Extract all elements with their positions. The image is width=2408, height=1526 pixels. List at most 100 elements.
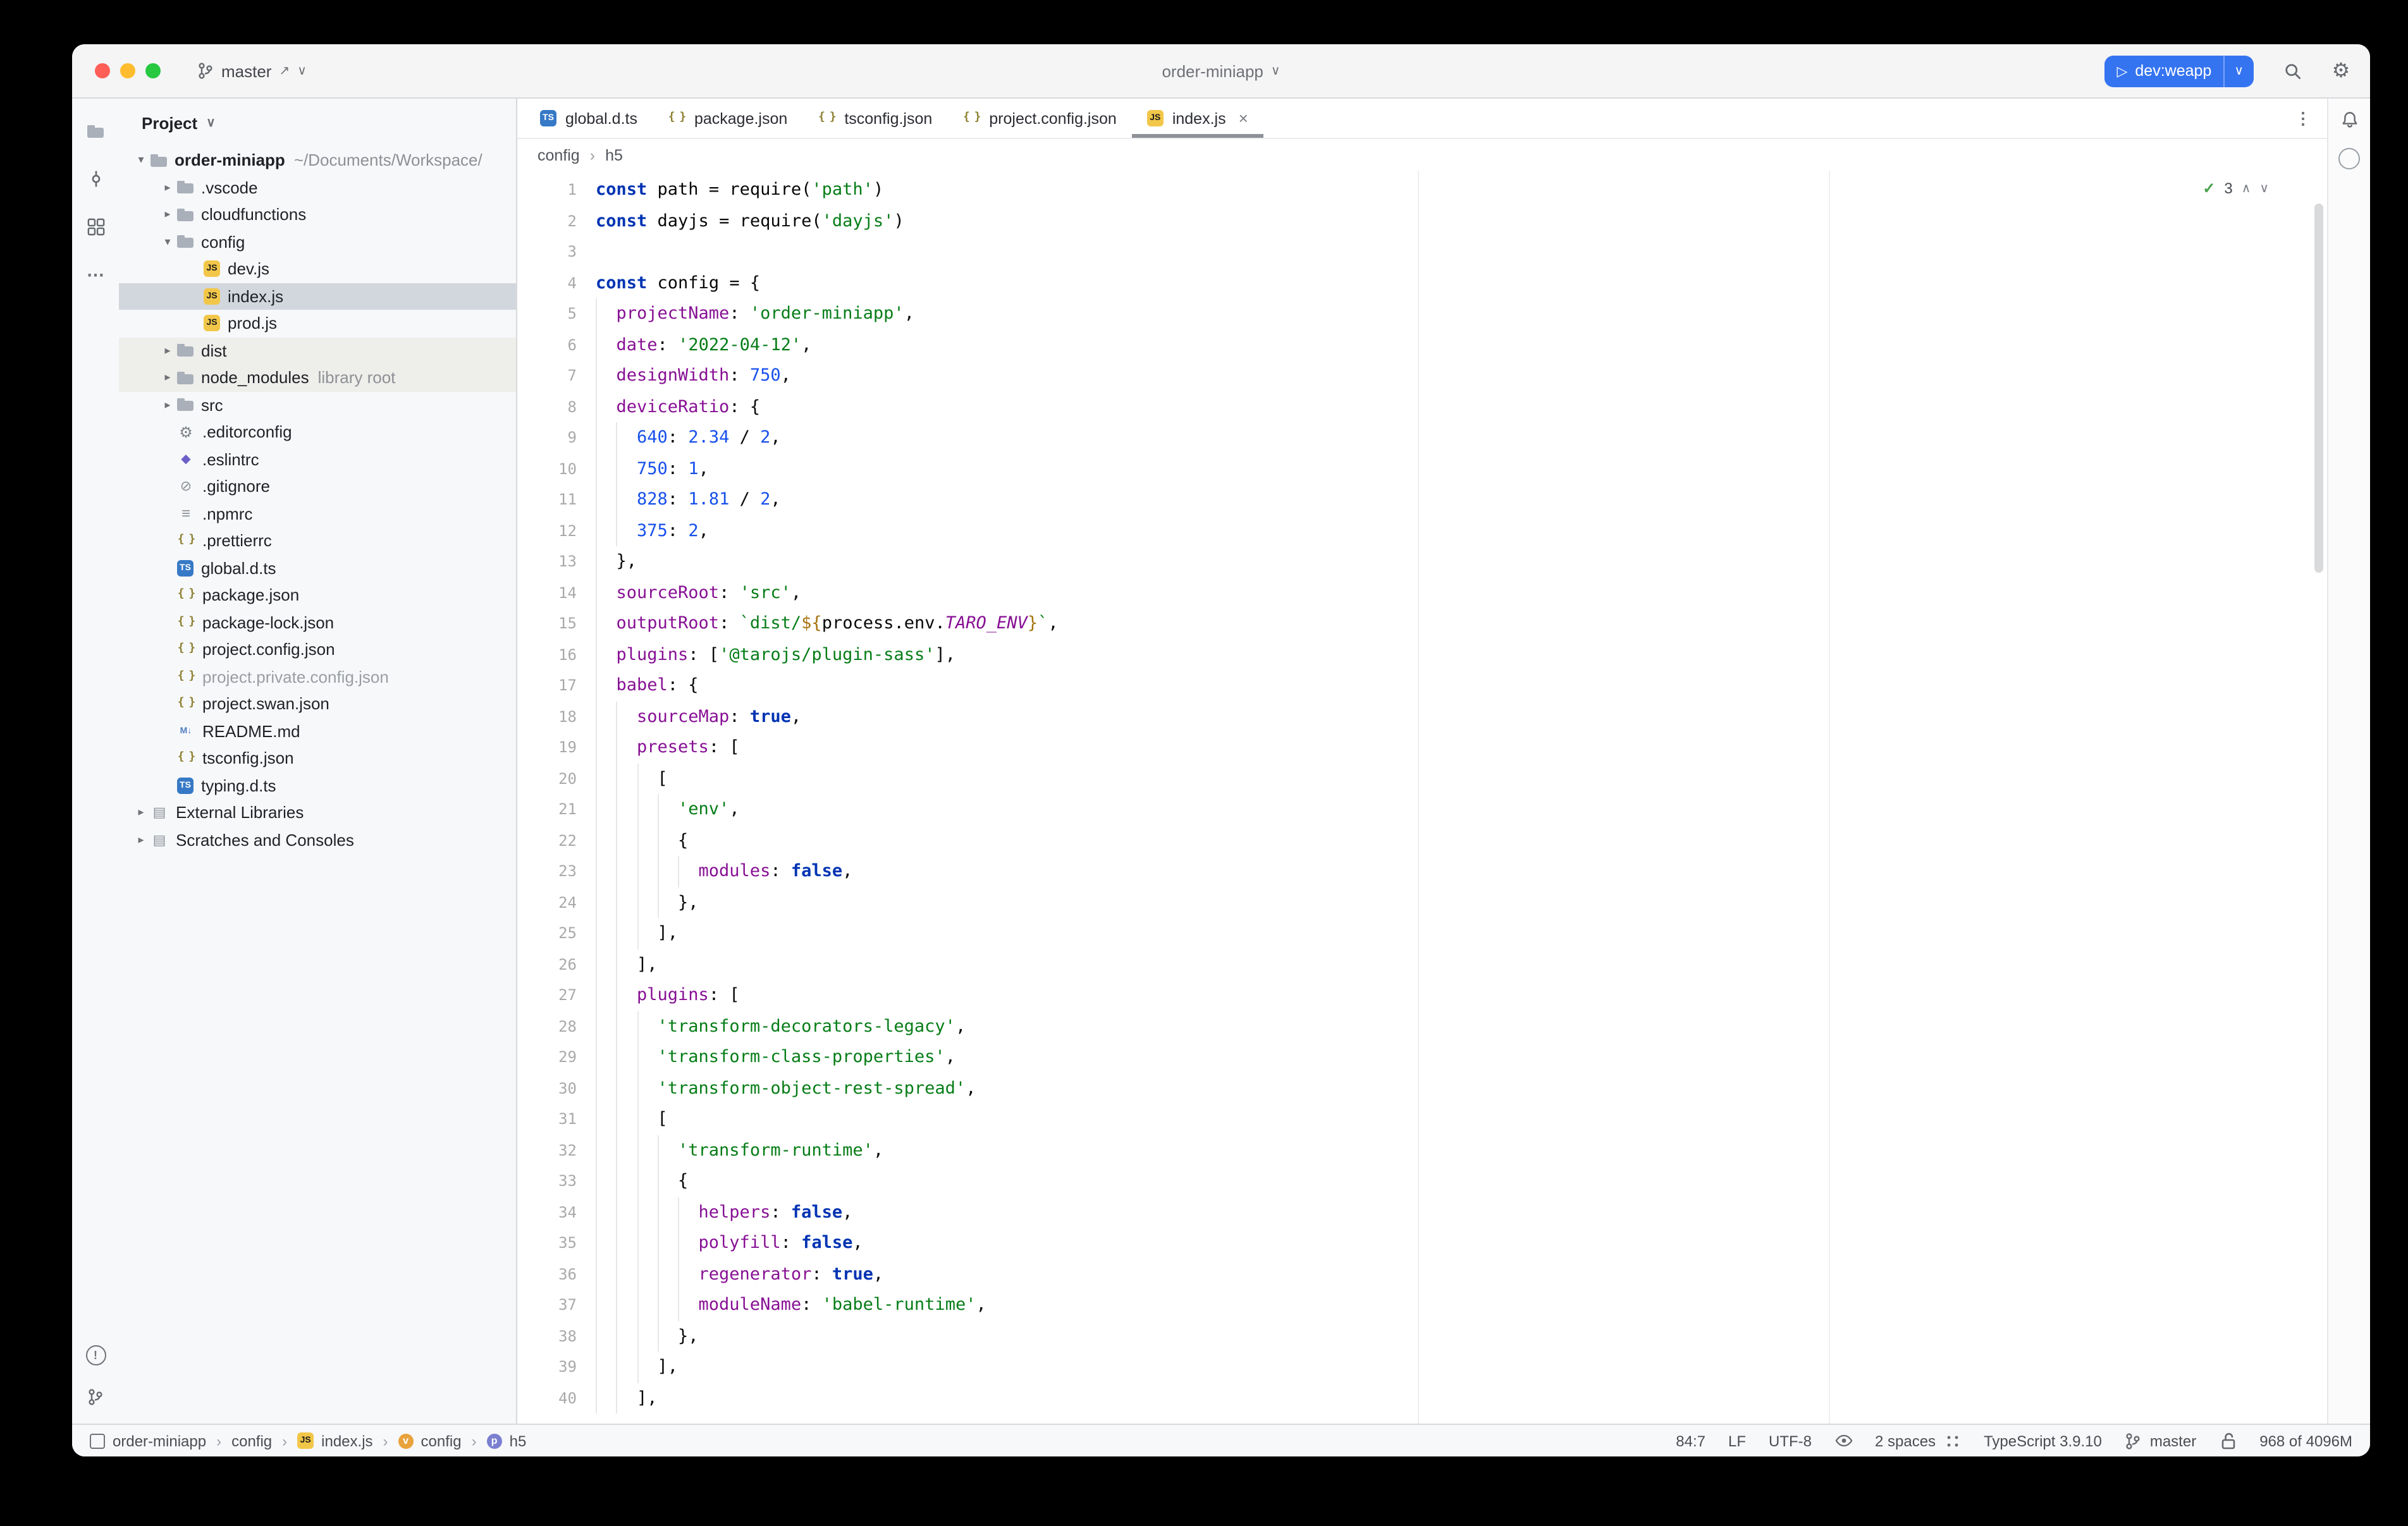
code-line[interactable]: 31[: [517, 1104, 2327, 1135]
close-window-button[interactable]: [95, 63, 110, 78]
line-number[interactable]: 19: [517, 732, 577, 763]
code-line[interactable]: 13},: [517, 546, 2327, 577]
tree-item-.gitignore[interactable]: .gitignore: [119, 473, 516, 500]
search-icon[interactable]: [2284, 62, 2302, 80]
code-line[interactable]: 1const path = require('path'): [517, 174, 2327, 205]
tree-item-dist[interactable]: ▸dist: [119, 337, 516, 364]
line-number[interactable]: 12: [517, 515, 577, 546]
code-line[interactable]: 23modules: false,: [517, 856, 2327, 887]
settings-gear-icon[interactable]: [2332, 62, 2350, 80]
code-line[interactable]: 29'transform-class-properties',: [517, 1042, 2327, 1073]
line-number[interactable]: 29: [517, 1042, 577, 1073]
code-editor[interactable]: 1const path = require('path')2const dayj…: [517, 171, 2327, 1424]
code-line[interactable]: 21'env',: [517, 794, 2327, 825]
code-line[interactable]: 4const config = {: [517, 267, 2327, 298]
code-line[interactable]: 27plugins: [: [517, 980, 2327, 1011]
inspection-widget[interactable]: ✓ 3 ∧ ∨: [2202, 180, 2269, 197]
line-number[interactable]: 27: [517, 980, 577, 1011]
line-number[interactable]: 17: [517, 670, 577, 701]
notifications-bell-icon[interactable]: [2340, 110, 2358, 128]
structure-tool-icon[interactable]: [87, 217, 104, 235]
code-line[interactable]: 18sourceMap: true,: [517, 701, 2327, 732]
code-line[interactable]: 6date: '2022-04-12',: [517, 329, 2327, 360]
line-number[interactable]: 31: [517, 1104, 577, 1135]
tree-item-.editorconfig[interactable]: .editorconfig: [119, 418, 516, 446]
chevron-right-icon[interactable]: ▸: [158, 371, 177, 385]
line-number[interactable]: 35: [517, 1228, 577, 1259]
tree-item-dev.js[interactable]: dev.js: [119, 255, 516, 283]
line-number[interactable]: 7: [517, 360, 577, 391]
code-line[interactable]: 15outputRoot: `dist/${process.env.TARO_E…: [517, 608, 2327, 639]
close-tab-icon[interactable]: ×: [1239, 109, 1248, 128]
status-item-master[interactable]: master: [2125, 1432, 2196, 1450]
tree-item-.vscode[interactable]: ▸.vscode: [119, 174, 516, 201]
chevron-down-icon[interactable]: ▾: [158, 235, 177, 249]
git-branch-widget[interactable]: master ↗ ∨: [196, 61, 307, 80]
status-item-config[interactable]: config: [231, 1432, 272, 1450]
line-number[interactable]: 37: [517, 1290, 577, 1321]
prev-problem-icon[interactable]: ∧: [2242, 181, 2251, 195]
chevron-down-icon[interactable]: ▾: [132, 154, 150, 168]
tab-package.json[interactable]: package.json: [653, 99, 802, 138]
line-number[interactable]: 21: [517, 794, 577, 825]
line-number[interactable]: 25: [517, 918, 577, 949]
chevron-down-icon[interactable]: ∨: [2224, 64, 2254, 78]
line-number[interactable]: 13: [517, 546, 577, 577]
tree-item-project.private.config.json[interactable]: project.private.config.json: [119, 663, 516, 690]
code-line[interactable]: 17babel: {: [517, 670, 2327, 701]
line-number[interactable]: 36: [517, 1259, 577, 1290]
line-number[interactable]: 16: [517, 639, 577, 670]
line-number[interactable]: 14: [517, 577, 577, 608]
line-number[interactable]: 4: [517, 267, 577, 298]
status-item-2-spaces[interactable]: 2 spaces: [1875, 1432, 1961, 1450]
code-line[interactable]: 9640: 2.34 / 2,: [517, 422, 2327, 453]
line-number[interactable]: 5: [517, 298, 577, 329]
tree-item-config[interactable]: ▾config: [119, 228, 516, 255]
code-line[interactable]: 3: [517, 236, 2327, 267]
problems-icon[interactable]: [85, 1345, 106, 1365]
tree-item-global.d.ts[interactable]: global.d.ts: [119, 554, 516, 582]
breadcrumb-item-h5[interactable]: h5: [605, 146, 623, 164]
code-line[interactable]: 26],: [517, 949, 2327, 980]
code-line[interactable]: 28'transform-decorators-legacy',: [517, 1011, 2327, 1042]
status-item-84-7[interactable]: 84:7: [1676, 1432, 1705, 1450]
code-line[interactable]: 35polyfill: false,: [517, 1228, 2327, 1259]
tree-item-project.config.json[interactable]: project.config.json: [119, 636, 516, 663]
status-item-utf-8[interactable]: UTF-8: [1769, 1432, 1812, 1450]
tree-item-src[interactable]: ▸src: [119, 391, 516, 418]
scrollbar-thumb[interactable]: [2314, 204, 2323, 573]
tab-index.js[interactable]: index.js×: [1132, 99, 1263, 138]
tree-item-.eslintrc[interactable]: .eslintrc: [119, 446, 516, 473]
line-number[interactable]: 38: [517, 1321, 577, 1352]
status-item[interactable]: [2219, 1432, 2237, 1450]
code-line[interactable]: 14sourceRoot: 'src',: [517, 577, 2327, 608]
code-line[interactable]: 24},: [517, 887, 2327, 918]
project-tool-icon[interactable]: [87, 124, 104, 139]
zoom-window-button[interactable]: [145, 63, 161, 78]
tree-item-prod.js[interactable]: prod.js: [119, 310, 516, 337]
status-item-h5[interactable]: h5: [487, 1432, 527, 1450]
tree-item-scratches-and-consoles[interactable]: ▸Scratches and Consoles: [119, 826, 516, 853]
chevron-right-icon[interactable]: ▸: [132, 833, 150, 847]
line-number[interactable]: 15: [517, 608, 577, 639]
line-number[interactable]: 39: [517, 1352, 577, 1383]
chevron-right-icon[interactable]: ▸: [158, 208, 177, 222]
code-line[interactable]: 20[: [517, 763, 2327, 794]
line-number[interactable]: 26: [517, 949, 577, 980]
status-item-968-of-4096m[interactable]: 968 of 4096M: [2259, 1432, 2352, 1450]
code-line[interactable]: 2const dayjs = require('dayjs'): [517, 205, 2327, 236]
line-number[interactable]: 23: [517, 856, 577, 887]
code-line[interactable]: 32'transform-runtime',: [517, 1135, 2327, 1166]
tree-item-package-lock.json[interactable]: package-lock.json: [119, 609, 516, 636]
commit-tool-icon[interactable]: [87, 169, 104, 187]
code-line[interactable]: 7designWidth: 750,: [517, 360, 2327, 391]
code-line[interactable]: 30'transform-object-rest-spread',: [517, 1073, 2327, 1104]
code-line[interactable]: 38},: [517, 1321, 2327, 1352]
line-number[interactable]: 33: [517, 1166, 577, 1197]
more-tools-icon[interactable]: [87, 266, 104, 283]
line-number[interactable]: 6: [517, 329, 577, 360]
status-item-lf[interactable]: LF: [1728, 1432, 1746, 1450]
user-avatar-icon[interactable]: [2338, 148, 2360, 169]
code-line[interactable]: 40],: [517, 1383, 2327, 1413]
tree-item-node-modules[interactable]: ▸node_moduleslibrary root: [119, 364, 516, 391]
